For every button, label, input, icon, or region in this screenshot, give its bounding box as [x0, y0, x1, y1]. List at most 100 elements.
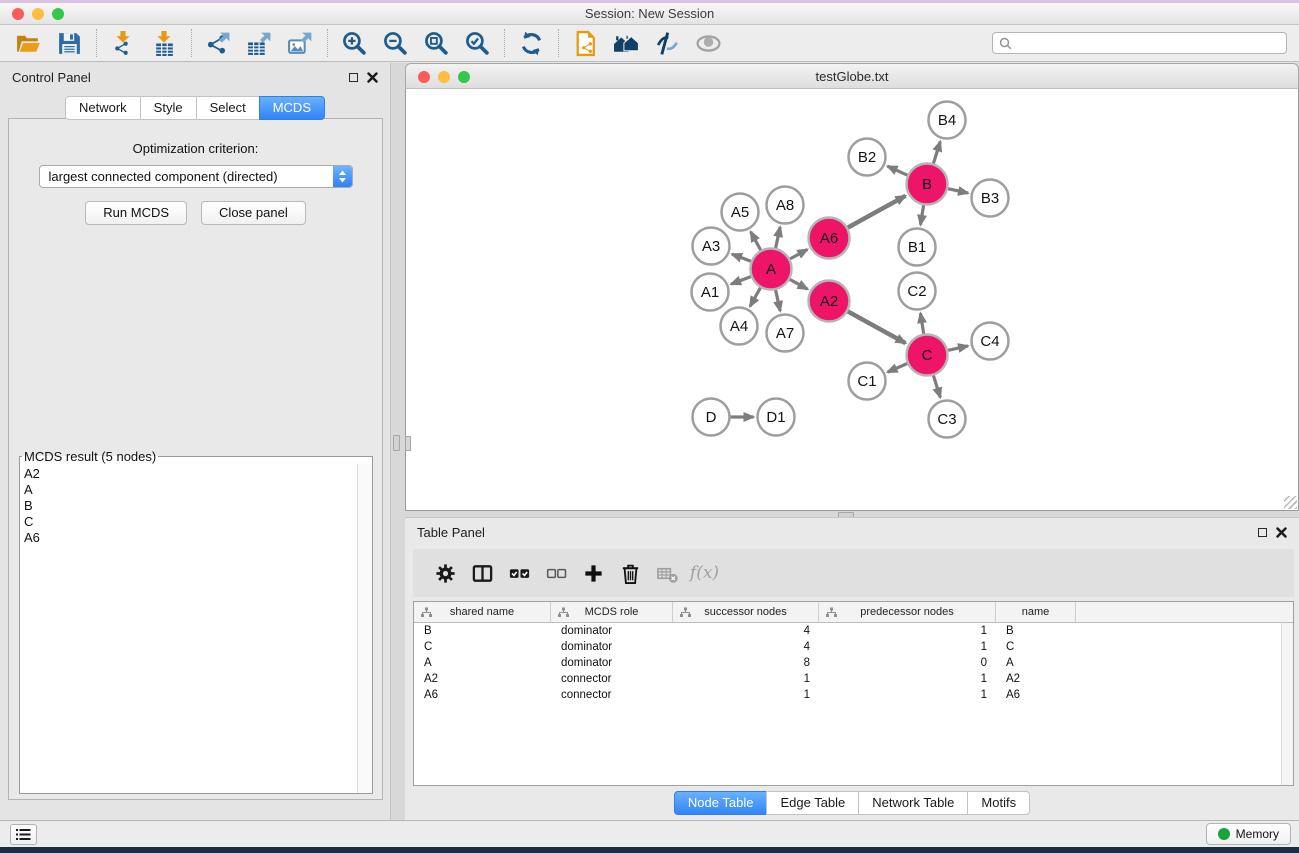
- zoom-fit-button[interactable]: [416, 28, 457, 59]
- export-image-button[interactable]: [280, 28, 321, 59]
- toggle-visibility-button[interactable]: [647, 28, 688, 59]
- canvas-splitter-handle[interactable]: [405, 436, 411, 451]
- memory-button[interactable]: Memory: [1206, 823, 1291, 845]
- export-network-button[interactable]: [198, 28, 239, 59]
- graph-node-C1[interactable]: C1: [849, 363, 886, 400]
- column-header-shared-name[interactable]: shared name: [414, 602, 551, 622]
- mcds-result-item[interactable]: A: [24, 482, 356, 498]
- column-header-MCDS-role[interactable]: MCDS role: [551, 602, 673, 622]
- close-table-panel-icon[interactable]: [1276, 527, 1287, 538]
- column-header-predecessor-nodes[interactable]: predecessor nodes: [819, 602, 996, 622]
- graph-node-A7[interactable]: A7: [767, 315, 804, 352]
- run-mcds-button[interactable]: Run MCDS: [85, 201, 187, 225]
- open-file-button[interactable]: [8, 28, 49, 59]
- minimize-window-button[interactable]: [32, 8, 44, 20]
- table-tab-edge-table[interactable]: Edge Table: [766, 791, 859, 815]
- mcds-result-item[interactable]: A2: [24, 466, 356, 482]
- select-all-button[interactable]: [501, 556, 538, 590]
- zoom-out-button[interactable]: [375, 28, 416, 59]
- graph-node-B[interactable]: B: [907, 164, 948, 205]
- result-scrollbar[interactable]: [357, 464, 372, 793]
- table-row[interactable]: A6connector11A6: [414, 687, 1293, 703]
- tab-select[interactable]: Select: [196, 96, 260, 120]
- edge-A-A7[interactable]: [776, 290, 781, 311]
- resize-grip-icon[interactable]: [1284, 496, 1297, 509]
- edge-A-A1[interactable]: [731, 277, 751, 285]
- network-graph-svg[interactable]: B4B2BB3A8A5A6A3B1AA1C2A2A4A7C4CC1C3DD1: [406, 89, 1298, 509]
- table-tab-node-table[interactable]: Node Table: [674, 791, 768, 815]
- search-input[interactable]: [1017, 36, 1280, 50]
- close-window-button[interactable]: [12, 8, 24, 20]
- edge-B-B4[interactable]: [933, 142, 940, 164]
- deselect-all-button[interactable]: [538, 556, 575, 590]
- graph-node-A6[interactable]: A6: [809, 218, 850, 259]
- edge-A-A8[interactable]: [776, 227, 781, 248]
- save-session-button[interactable]: [49, 28, 90, 59]
- graph-node-A4[interactable]: A4: [721, 308, 758, 345]
- edge-A6-B[interactable]: [848, 196, 906, 228]
- zoom-selected-button[interactable]: [457, 28, 498, 59]
- graph-node-B2[interactable]: B2: [849, 139, 886, 176]
- graph-node-D[interactable]: D: [693, 399, 730, 436]
- mcds-result-item[interactable]: B: [24, 498, 356, 514]
- add-row-button[interactable]: [575, 556, 612, 590]
- edge-B-B1[interactable]: [921, 205, 924, 225]
- edge-C-C1[interactable]: [888, 364, 908, 373]
- graph-node-A1[interactable]: A1: [692, 274, 729, 311]
- preview-eye-button[interactable]: [688, 28, 729, 59]
- graph-node-B1[interactable]: B1: [899, 229, 936, 266]
- graph-node-A[interactable]: A: [751, 249, 792, 290]
- column-header-successor-nodes[interactable]: successor nodes: [673, 602, 819, 622]
- import-table-button[interactable]: [144, 28, 185, 59]
- export-table-button[interactable]: [239, 28, 280, 59]
- search-field[interactable]: [992, 32, 1287, 54]
- graph-node-D1[interactable]: D1: [758, 399, 795, 436]
- function-builder-button[interactable]: f(x): [686, 556, 723, 590]
- delete-table-button[interactable]: [649, 556, 686, 590]
- column-header-name[interactable]: name: [996, 602, 1076, 622]
- import-network-button[interactable]: [103, 28, 144, 59]
- edge-A2-C[interactable]: [848, 311, 906, 343]
- edge-C-C4[interactable]: [948, 346, 968, 350]
- graph-node-A2[interactable]: A2: [809, 281, 850, 322]
- float-panel-icon[interactable]: [349, 73, 358, 82]
- network-canvas[interactable]: B4B2BB3A8A5A6A3B1AA1C2A2A4A7C4CC1C3DD1: [405, 89, 1299, 511]
- edge-A-A5[interactable]: [751, 232, 761, 250]
- zoom-window-button[interactable]: [52, 8, 64, 20]
- panel-splitter-handle[interactable]: [393, 435, 400, 451]
- close-panel-icon[interactable]: [367, 72, 378, 83]
- float-table-panel-icon[interactable]: [1258, 528, 1267, 537]
- graph-node-B3[interactable]: B3: [972, 180, 1009, 217]
- graph-node-B4[interactable]: B4: [929, 102, 966, 139]
- graph-node-C3[interactable]: C3: [929, 401, 966, 438]
- graph-node-A8[interactable]: A8: [767, 187, 804, 224]
- table-scrollbar[interactable]: [1281, 623, 1293, 785]
- network-close-button[interactable]: [418, 71, 430, 83]
- edge-A-A3[interactable]: [732, 254, 751, 261]
- app-titlebar[interactable]: Session: New Session: [0, 3, 1299, 25]
- edge-A-A4[interactable]: [750, 288, 761, 307]
- mcds-result-item[interactable]: A6: [24, 530, 356, 546]
- tab-style[interactable]: Style: [140, 96, 197, 120]
- edge-B-B2[interactable]: [888, 166, 908, 175]
- table-row[interactable]: A2connector11A2: [414, 671, 1293, 687]
- refresh-button[interactable]: [511, 28, 552, 59]
- edge-C-C2[interactable]: [921, 313, 924, 334]
- table-tab-network-table[interactable]: Network Table: [858, 791, 968, 815]
- graph-node-A5[interactable]: A5: [722, 194, 759, 231]
- split-view-button[interactable]: [464, 556, 501, 590]
- table-row[interactable]: Bdominator41B: [414, 623, 1293, 639]
- home-button[interactable]: [606, 28, 647, 59]
- graph-node-C2[interactable]: C2: [899, 273, 936, 310]
- table-settings-button[interactable]: [427, 556, 464, 590]
- close-panel-button[interactable]: Close panel: [201, 201, 306, 225]
- tab-mcds[interactable]: MCDS: [259, 96, 325, 120]
- zoom-in-button[interactable]: [334, 28, 375, 59]
- edge-C-C3[interactable]: [933, 376, 940, 398]
- network-zoom-button[interactable]: [458, 71, 470, 83]
- mcds-result-item[interactable]: C: [24, 514, 356, 530]
- table-row[interactable]: Adominator80A: [414, 655, 1293, 671]
- network-minimize-button[interactable]: [438, 71, 450, 83]
- edge-A-A6[interactable]: [790, 250, 807, 259]
- network-window-titlebar[interactable]: testGlobe.txt: [405, 63, 1299, 89]
